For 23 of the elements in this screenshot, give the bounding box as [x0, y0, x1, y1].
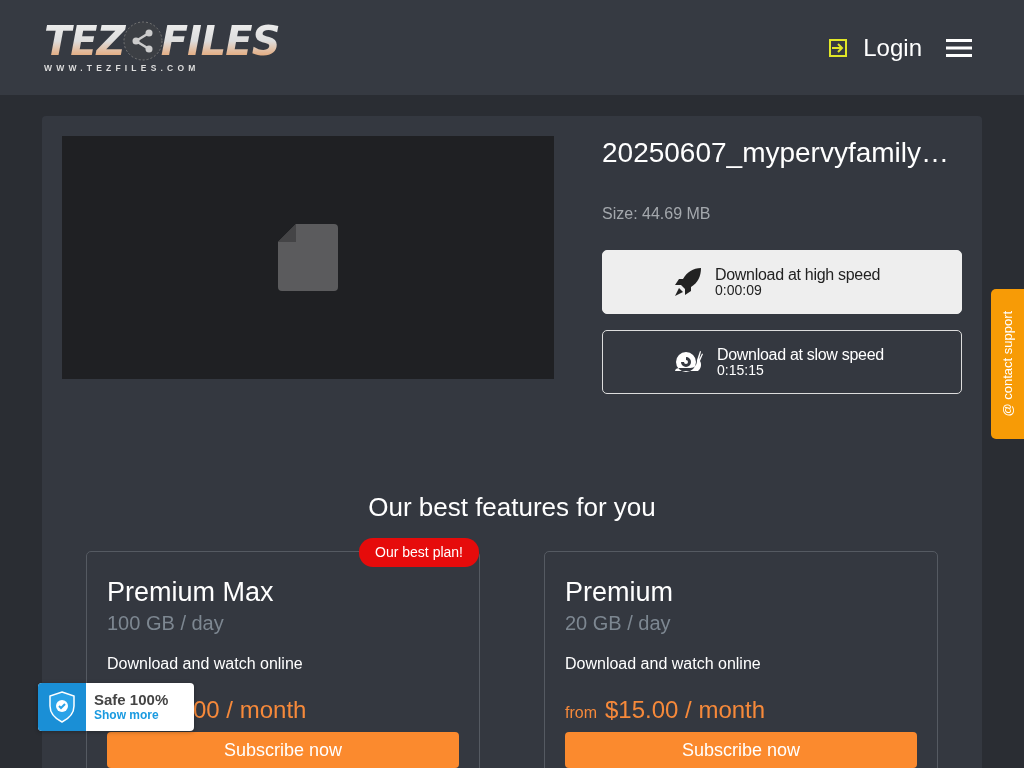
download-button[interactable]: Download at slow speed 0:15:15 — [602, 330, 962, 394]
login-icon — [829, 38, 848, 57]
price-prefix: from — [565, 702, 597, 723]
file-size: Size: 44.69 MB — [602, 204, 712, 224]
login-link[interactable]: Login — [829, 29, 922, 66]
file-name: 20250607_mypervyfamily… — [602, 136, 951, 170]
plan-price: $15.00 / month — [605, 694, 766, 725]
section-heading: Our best features for you — [367, 491, 657, 524]
ribbon-label: Our best plan! — [359, 538, 479, 567]
rocket-icon — [673, 266, 703, 298]
safe-title: Safe 100% — [94, 692, 169, 709]
safe-badge[interactable]: Safe 100% Show more — [38, 683, 194, 731]
download-button[interactable]: Download at high speed 0:00:09 — [602, 250, 962, 314]
plan-price: 00 / month — [193, 694, 307, 725]
plan-quota: 100 GB / day — [107, 610, 225, 636]
plan-feature: Download and watch online — [565, 653, 762, 674]
plan-name: Premium Max — [107, 578, 275, 608]
menu-icon[interactable] — [946, 38, 972, 57]
shield-icon — [49, 691, 75, 723]
plan-feature: Download and watch online — [107, 653, 304, 674]
plan-quota: 20 GB / day — [565, 610, 672, 636]
file-icon — [278, 224, 338, 291]
plan-name: Premium — [565, 578, 674, 608]
